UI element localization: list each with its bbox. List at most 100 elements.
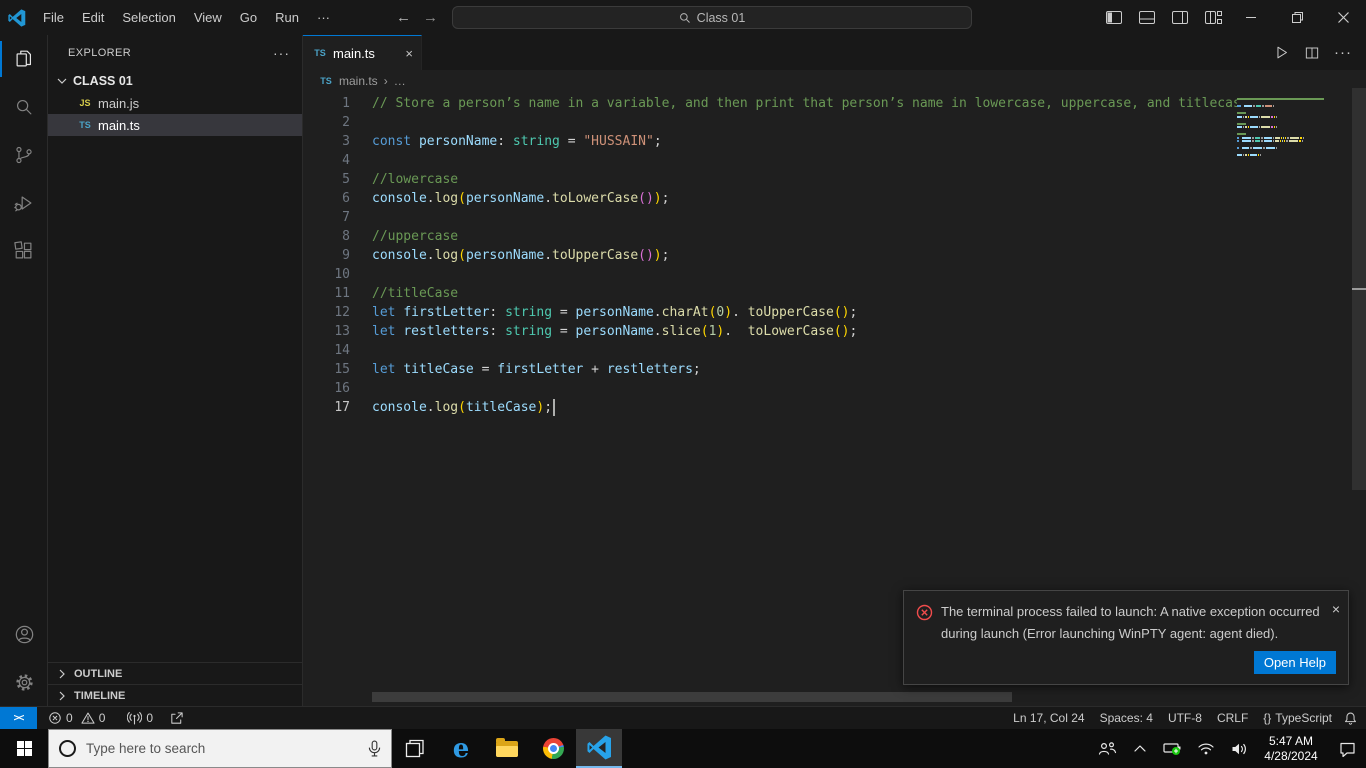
file-item-main.js[interactable]: JS main.js — [48, 92, 302, 114]
code-line-11[interactable]: 11 //titleCase — [303, 284, 1237, 303]
explorer-icon[interactable] — [0, 35, 48, 83]
taskbar-search[interactable] — [48, 729, 392, 768]
code-line-1[interactable]: 1 // Store a person’s name in a variable,… — [303, 94, 1237, 113]
editor-more-actions-icon[interactable]: ··· — [1334, 44, 1352, 61]
close-button[interactable] — [1320, 0, 1366, 35]
search-icon[interactable] — [0, 83, 48, 131]
vscode-taskbar-icon[interactable] — [576, 729, 622, 768]
cursor-position-status[interactable]: Ln 17, Col 24 — [1009, 707, 1088, 730]
customize-layout-icon[interactable] — [1200, 6, 1226, 30]
code-line-15[interactable]: 15 let titleCase = firstLetter + restlett… — [303, 360, 1237, 379]
code-line-6[interactable]: 6 console.log(personName.toLowerCase()); — [303, 189, 1237, 208]
people-icon[interactable] — [1094, 741, 1120, 757]
code-line-9[interactable]: 9 console.log(personName.toUpperCase()); — [303, 246, 1237, 265]
minimap[interactable] — [1237, 92, 1352, 158]
code-line-5[interactable]: 5 //lowercase — [303, 170, 1237, 189]
remote-indicator[interactable]: >< — [0, 706, 37, 730]
line-number: 6 — [342, 191, 350, 206]
menu-view[interactable]: View — [185, 5, 231, 31]
language-status[interactable]: {} TypeScript — [1259, 707, 1336, 730]
task-view-icon[interactable] — [392, 729, 438, 768]
toggle-secondary-sidebar-icon[interactable] — [1167, 6, 1193, 30]
code-line-4[interactable]: 4 — [303, 151, 1237, 170]
file-item-main.ts[interactable]: TS main.ts — [48, 114, 302, 136]
tab-main-ts[interactable]: TS main.ts × — [303, 35, 422, 70]
menu-more[interactable]: ··· — [308, 5, 339, 31]
line-number: 10 — [334, 267, 350, 282]
open-help-button[interactable]: Open Help — [1253, 651, 1336, 674]
horizontal-scrollbar[interactable] — [372, 692, 1012, 702]
line-text — [350, 379, 372, 398]
notification-close-icon[interactable]: × — [1332, 601, 1340, 645]
source-control-icon[interactable] — [0, 131, 48, 179]
ports-status[interactable]: 0 — [122, 707, 158, 730]
breadcrumb-separator: › — [383, 74, 388, 88]
taskbar-clock[interactable]: 5:47 AM 4/28/2024 — [1259, 734, 1323, 764]
volume-icon[interactable] — [1226, 742, 1252, 756]
start-button[interactable] — [0, 729, 48, 768]
hidden-icons-chevron[interactable] — [1127, 744, 1153, 753]
breadcrumb-file[interactable]: main.ts — [339, 74, 378, 88]
encoding-status[interactable]: UTF-8 — [1164, 707, 1206, 730]
chrome-taskbar-icon[interactable] — [530, 729, 576, 768]
menu-go[interactable]: Go — [231, 5, 266, 31]
line-text: //lowercase — [372, 172, 459, 187]
line-number: 12 — [334, 305, 350, 320]
eol-status[interactable]: CRLF — [1213, 707, 1252, 730]
line-text: // Store a person’s name in a variable, … — [372, 96, 1237, 111]
action-center-icon[interactable] — [1334, 741, 1360, 757]
restore-button[interactable] — [1274, 0, 1320, 35]
toggle-panel-icon[interactable] — [1134, 6, 1160, 30]
code-line-8[interactable]: 8 //uppercase — [303, 227, 1237, 246]
indentation-status[interactable]: Spaces: 4 — [1096, 707, 1157, 730]
code-line-16[interactable]: 16 — [303, 379, 1237, 398]
code-line-10[interactable]: 10 — [303, 265, 1237, 284]
run-debug-icon[interactable] — [0, 179, 48, 227]
nav-forward-icon[interactable]: → — [423, 9, 438, 26]
menu-file[interactable]: File — [34, 5, 73, 31]
extensions-icon[interactable] — [0, 227, 48, 275]
problems-status[interactable]: 0 0 — [43, 707, 110, 730]
file-explorer-taskbar-icon[interactable] — [484, 729, 530, 768]
code-line-7[interactable]: 7 — [303, 208, 1237, 227]
tab-close-icon[interactable]: × — [405, 46, 413, 61]
window-controls — [1228, 0, 1366, 35]
microphone-icon[interactable] — [368, 740, 381, 758]
line-number: 15 — [334, 362, 350, 377]
battery-icon[interactable] — [1160, 741, 1186, 756]
minimize-button[interactable] — [1228, 0, 1274, 35]
chevron-right-icon — [59, 691, 65, 700]
settings-gear-icon[interactable] — [0, 658, 48, 706]
command-center-search[interactable]: Class 01 — [452, 6, 972, 29]
notifications-bell-icon[interactable] — [1343, 711, 1358, 726]
toggle-sidebar-icon[interactable] — [1101, 6, 1127, 30]
taskbar-search-input[interactable] — [86, 741, 358, 756]
breadcrumb[interactable]: TS main.ts › … — [303, 70, 1366, 92]
breadcrumb-symbol[interactable]: … — [394, 74, 406, 88]
code-line-2[interactable]: 2 — [303, 113, 1237, 132]
wifi-icon[interactable] — [1193, 742, 1219, 756]
code-line-13[interactable]: 13 let restletters: string = personName.s… — [303, 322, 1237, 341]
line-text: console.log(titleCase); — [350, 398, 556, 417]
menu-selection[interactable]: Selection — [113, 5, 184, 31]
menu-edit[interactable]: Edit — [73, 5, 113, 31]
run-file-icon[interactable] — [1273, 44, 1290, 61]
braces-icon: {} — [1263, 711, 1272, 725]
nav-back-icon[interactable]: ← — [396, 9, 411, 26]
code-line-14[interactable]: 14 — [303, 341, 1237, 360]
account-icon[interactable] — [0, 610, 48, 658]
outline-section[interactable]: OUTLINE — [48, 662, 302, 684]
launch-status-icon[interactable] — [164, 707, 189, 730]
search-icon — [679, 12, 690, 23]
code-line-17[interactable]: 17 console.log(titleCase); — [303, 398, 1237, 417]
timeline-section[interactable]: TIMELINE — [48, 684, 302, 706]
split-editor-icon[interactable] — [1304, 45, 1320, 61]
explorer-more-actions-icon[interactable]: ··· — [273, 45, 290, 61]
code-line-12[interactable]: 12 let firstLetter: string = personName.c… — [303, 303, 1237, 322]
menu-run[interactable]: Run — [266, 5, 308, 31]
edge-taskbar-icon[interactable]: e — [438, 729, 484, 768]
folder-class01[interactable]: CLASS 01 — [48, 70, 302, 92]
code-line-3[interactable]: 3 const personName: string = "HUSSAIN"; — [303, 132, 1237, 151]
statusbar-right: Ln 17, Col 24 Spaces: 4 UTF-8 CRLF {} Ty… — [1009, 707, 1366, 730]
line-text: //titleCase — [372, 286, 459, 301]
